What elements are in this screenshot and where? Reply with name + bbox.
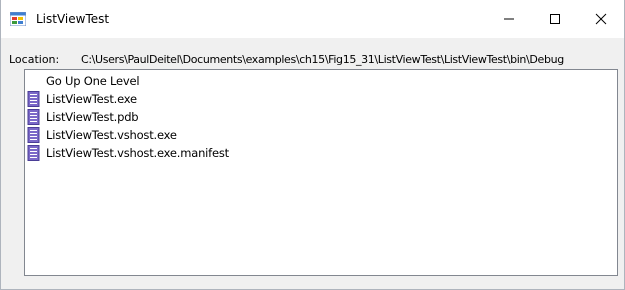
winforms-app-icon [10, 12, 26, 26]
file-icon [27, 145, 40, 161]
location-label: Location: [9, 53, 60, 66]
minimize-button[interactable] [486, 0, 532, 38]
file-icon [27, 109, 40, 125]
file-icon [27, 127, 40, 143]
list-item-label: ListViewTest.pdb [46, 110, 139, 124]
list-item[interactable]: ListViewTest.vshost.exe [26, 126, 177, 144]
minimize-icon [504, 18, 514, 20]
maximize-button[interactable] [532, 0, 578, 38]
blank-icon [26, 73, 42, 89]
title-bar[interactable]: ListViewTest [1, 0, 624, 38]
file-icon [27, 91, 40, 107]
app-window: ListViewTest Location: C:\Users\PaulDeit… [0, 0, 625, 290]
list-item-go-up[interactable]: Go Up One Level [26, 72, 140, 90]
close-button[interactable] [578, 0, 624, 38]
maximize-icon [550, 14, 560, 24]
list-item[interactable]: ListViewTest.vshost.exe.manifest [26, 144, 229, 162]
close-icon [595, 13, 607, 25]
location-path: C:\Users\PaulDeitel\Documents\examples\c… [81, 53, 564, 66]
list-item[interactable]: ListViewTest.exe [26, 90, 137, 108]
list-item-label: ListViewTest.vshost.exe [46, 128, 177, 142]
list-item-label: ListViewTest.exe [46, 92, 137, 106]
list-item[interactable]: ListViewTest.pdb [26, 108, 139, 126]
list-item-label: ListViewTest.vshost.exe.manifest [46, 146, 229, 160]
list-item-label: Go Up One Level [46, 74, 140, 88]
file-listview[interactable]: Go Up One Level ListViewTest.exe ListVie… [24, 69, 618, 276]
window-title: ListViewTest [36, 12, 110, 26]
